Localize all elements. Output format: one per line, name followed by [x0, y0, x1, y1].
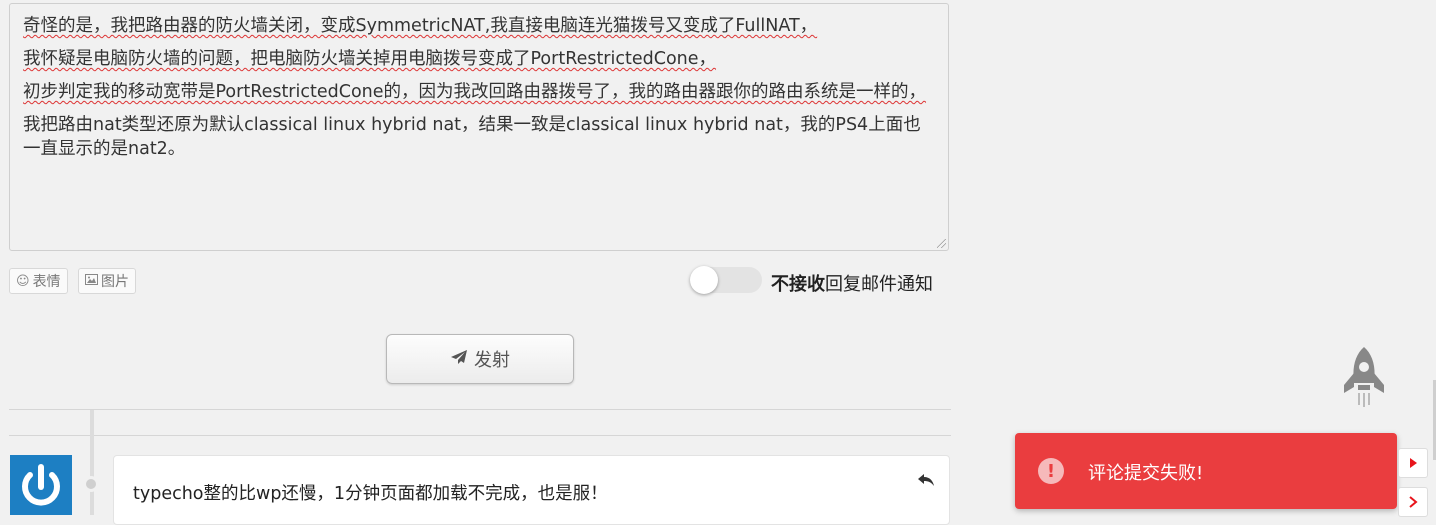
image-icon [85, 273, 98, 289]
editor-paragraph-4: 我把路由nat类型还原为默认classical linux hybrid nat… [23, 115, 921, 159]
comment-textarea[interactable]: 奇怪的是，我把路由器的防火墙关闭，变成SymmetricNAT,我直接电脑连光猫… [9, 3, 949, 251]
divider [9, 409, 951, 410]
side-arrow-button[interactable] [1398, 487, 1428, 517]
smiley-icon: ☺ [16, 273, 30, 289]
editor-paragraph-3: 初步判定我的移动宽带是PortRestrictedCone的，因为我改回路由器拨… [23, 82, 927, 102]
error-toast: ! 评论提交失败! [1015, 433, 1397, 509]
notify-rest: 回复邮件通知 [825, 274, 933, 295]
timeline-dot [83, 476, 99, 492]
emoji-button[interactable]: ☺ 表情 [9, 268, 68, 294]
editor-paragraph-1: 奇怪的是，我把路由器的防火墙关闭，变成SymmetricNAT,我直接电脑连光猫… [23, 16, 818, 36]
divider [9, 435, 951, 436]
timeline-line [90, 410, 94, 515]
reply-icon[interactable] [917, 472, 935, 488]
comment-text: typecho整的比wp还慢，1分钟页面都加载不完成，也是服！ [133, 484, 608, 504]
avatar[interactable] [10, 455, 72, 515]
power-icon [22, 464, 60, 506]
image-button[interactable]: 图片 [78, 268, 136, 294]
email-notify-toggle[interactable] [690, 266, 762, 294]
email-notify-label: 不接收回复邮件通知 [771, 270, 933, 296]
submit-button[interactable]: 发射 [386, 334, 574, 384]
emoji-label: 表情 [32, 274, 61, 290]
paper-plane-icon [450, 349, 468, 370]
chevron-right-icon [1410, 458, 1417, 468]
image-label: 图片 [101, 274, 129, 290]
submit-label: 发射 [474, 350, 510, 371]
side-arrow-button[interactable] [1398, 448, 1428, 478]
back-to-top-rocket-icon[interactable] [1340, 345, 1388, 409]
chevron-right-icon [1409, 496, 1418, 508]
editor-paragraph-2: 我怀疑是电脑防火墙的问题，把电脑防火墙关掉用电脑拨号变成了PortRestric… [23, 49, 717, 69]
toast-message: 评论提交失败! [1088, 463, 1204, 484]
resize-handle[interactable] [937, 239, 946, 248]
warning-icon: ! [1038, 458, 1064, 484]
notify-bold: 不接收 [771, 274, 825, 295]
toggle-knob [690, 266, 718, 294]
